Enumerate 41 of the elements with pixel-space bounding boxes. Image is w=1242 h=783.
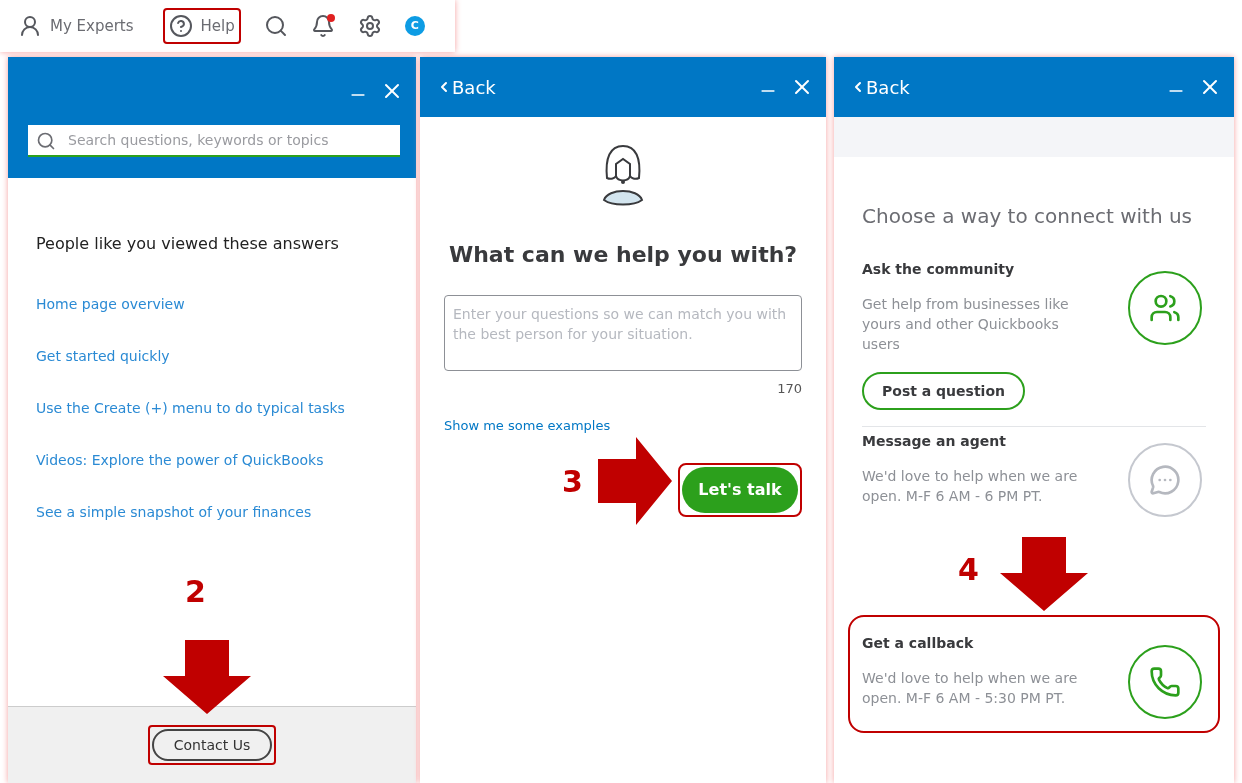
connect-title: Choose a way to connect with us — [862, 203, 1194, 230]
character-counter: 170 — [777, 380, 802, 398]
help-icon — [168, 14, 193, 38]
step-number: 4 — [958, 551, 979, 589]
option-description: We'd love to help when we are open. M-F 6 AM - 6 PM PT. — [862, 467, 1079, 506]
contact-option[interactable]: Message an agent We'd love to help when we are open. M-F 6 AM - 6 PM PT. — [848, 429, 1220, 531]
avatar[interactable]: C — [404, 16, 425, 36]
back-button[interactable]: Back — [436, 73, 496, 101]
search-icon[interactable] — [263, 14, 288, 38]
option-description: We'd love to help when we are open. M-F 6 AM - 5:30 PM PT. — [862, 669, 1079, 708]
option-description: Get help from businesses like yours and other Quickbooks users — [862, 295, 1070, 354]
back-button[interactable]: Back — [850, 73, 910, 101]
contact-option[interactable]: Get a callback We'd love to help when we are open. M-F 6 AM - 5:30 PM PT. — [848, 615, 1220, 733]
answer-link[interactable]: Home page overview — [36, 294, 416, 315]
contact-us-button[interactable]: Contact Us — [151, 729, 273, 761]
search-field[interactable]: Search questions, keywords or topics — [28, 125, 400, 157]
support-agent-icon — [600, 144, 646, 206]
question-field[interactable]: Enter your questions so we can match you with the best person for your situation. — [444, 295, 802, 371]
step-number: 3 — [562, 463, 583, 501]
option-title: Ask the community — [862, 260, 1016, 279]
answer-link[interactable]: Use the Create (+) menu to do typical tasks — [36, 398, 416, 419]
section-heading: People like you viewed these answers — [36, 233, 340, 255]
post-question-button[interactable]: Post a question — [862, 372, 1025, 410]
answer-link[interactable]: Get started quickly — [36, 346, 416, 367]
answer-link[interactable]: Videos: Explore the power of QuickBooks — [36, 450, 416, 471]
search-icon — [36, 131, 56, 151]
notification-bell-icon[interactable] — [310, 14, 335, 38]
step-number: 2 — [185, 573, 206, 611]
my-experts-button[interactable]: My Experts — [12, 8, 140, 44]
settings-icon[interactable] — [357, 14, 382, 38]
option-title: Message an agent — [862, 432, 1007, 451]
answer-link[interactable]: See a simple snapshot of your finances — [36, 502, 416, 523]
option-title: Get a callback — [862, 634, 975, 653]
people-icon[interactable] — [1128, 271, 1202, 345]
help-button[interactable]: Help — [162, 8, 241, 44]
person-icon — [18, 14, 42, 38]
contact-option[interactable]: Ask the community Get help from businesses like yours and other Quickbooks users Post a question — [848, 257, 1220, 429]
lets-talk-button[interactable]: Let's talk — [682, 466, 798, 513]
ask-title: What can we help you with? — [448, 241, 798, 269]
examples-link[interactable]: Show me some examples — [444, 417, 611, 433]
phone-icon[interactable] — [1128, 645, 1202, 719]
